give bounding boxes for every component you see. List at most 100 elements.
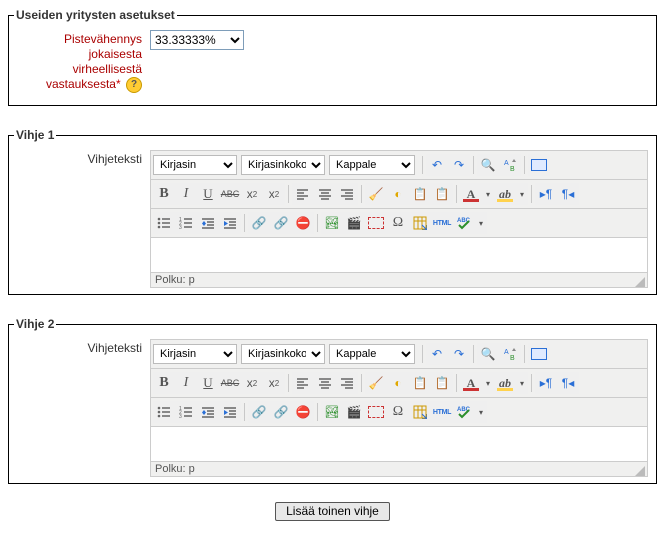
strikethrough-icon[interactable]: ABC: [219, 372, 241, 394]
align-center-icon[interactable]: [314, 183, 336, 205]
underline-icon[interactable]: U: [197, 372, 219, 394]
text-color-icon[interactable]: A: [460, 372, 482, 394]
spellcheck-icon[interactable]: ABC: [453, 212, 475, 234]
subscript-icon[interactable]: x2: [241, 183, 263, 205]
cleanup-icon[interactable]: 🧹: [365, 183, 387, 205]
numbered-list-icon[interactable]: 123: [175, 212, 197, 234]
special-char-icon[interactable]: Ω: [387, 401, 409, 423]
italic-icon[interactable]: I: [175, 183, 197, 205]
svg-text:B: B: [510, 166, 515, 173]
penalty-row: Pistevähennys jokaisesta virheellisestä …: [17, 30, 648, 93]
fullscreen-icon[interactable]: [528, 154, 550, 176]
insert-image-icon[interactable]: 🏞: [321, 212, 343, 234]
hint2-label: Vihjeteksti: [17, 339, 142, 356]
find-icon[interactable]: 🔍: [477, 154, 499, 176]
text-color-dropdown-icon[interactable]: ▾: [482, 372, 494, 394]
font-size-select[interactable]: Kirjasinkoko: [241, 155, 325, 175]
underline-icon[interactable]: U: [197, 183, 219, 205]
highlight-color-dropdown-icon[interactable]: ▾: [516, 183, 528, 205]
paste-text-icon[interactable]: 📋: [409, 372, 431, 394]
penalty-select[interactable]: 33.33333%: [150, 30, 244, 50]
resize-grip-icon[interactable]: [635, 277, 645, 287]
ltr-icon[interactable]: ▸¶: [535, 183, 557, 205]
bold-icon[interactable]: B: [153, 372, 175, 394]
html-source-icon[interactable]: HTML: [431, 212, 453, 234]
prevent-autolink-icon[interactable]: ⛔: [292, 401, 314, 423]
spellcheck-dropdown-icon[interactable]: ▾: [475, 212, 487, 234]
insert-table-icon[interactable]: [409, 401, 431, 423]
spellcheck-icon[interactable]: ABC: [453, 401, 475, 423]
align-right-icon[interactable]: [336, 183, 358, 205]
font-size-select[interactable]: Kirjasinkoko: [241, 344, 325, 364]
cleanup-icon[interactable]: 🧹: [365, 372, 387, 394]
find-icon[interactable]: 🔍: [477, 343, 499, 365]
toolbar-separator: [531, 374, 532, 392]
text-color-dropdown-icon[interactable]: ▾: [482, 183, 494, 205]
toolbar-separator: [288, 185, 289, 203]
superscript-icon[interactable]: x2: [263, 372, 285, 394]
bold-icon[interactable]: B: [153, 183, 175, 205]
align-left-icon[interactable]: [292, 372, 314, 394]
add-hint-button[interactable]: Lisää toinen vihje: [275, 502, 390, 521]
redo-icon[interactable]: ↷: [448, 343, 470, 365]
font-family-select[interactable]: Kirjasin: [153, 344, 237, 364]
undo-icon[interactable]: ↶: [426, 154, 448, 176]
replace-icon[interactable]: AB: [499, 343, 521, 365]
unlink-icon[interactable]: 🔗: [270, 212, 292, 234]
text-color-icon[interactable]: A: [460, 183, 482, 205]
link-icon[interactable]: 🔗: [248, 401, 270, 423]
insert-media-icon[interactable]: 🎬: [343, 401, 365, 423]
align-left-icon[interactable]: [292, 183, 314, 205]
hint2-textarea[interactable]: [151, 427, 647, 462]
paragraph-select[interactable]: Kappale: [329, 155, 415, 175]
prevent-autolink-icon[interactable]: ⛔: [292, 212, 314, 234]
rtl-icon[interactable]: ¶◂: [557, 183, 579, 205]
highlight-color-icon[interactable]: ab: [494, 183, 516, 205]
align-center-icon[interactable]: [314, 372, 336, 394]
toolbar-row-3: 123 🔗 🔗 ⛔ 🏞 🎬 Ω HTML ABC ▾: [151, 209, 647, 238]
redo-icon[interactable]: ↷: [448, 154, 470, 176]
paste-word-icon[interactable]: 📋: [431, 372, 453, 394]
bullet-list-icon[interactable]: [153, 401, 175, 423]
unlink-icon[interactable]: 🔗: [270, 401, 292, 423]
toolbar-separator: [531, 185, 532, 203]
paragraph-select[interactable]: Kappale: [329, 344, 415, 364]
paste-word-icon[interactable]: 📋: [431, 183, 453, 205]
special-char-icon[interactable]: Ω: [387, 212, 409, 234]
insert-image-icon[interactable]: 🏞: [321, 401, 343, 423]
font-family-select[interactable]: Kirjasin: [153, 155, 237, 175]
italic-icon[interactable]: I: [175, 372, 197, 394]
link-icon[interactable]: 🔗: [248, 212, 270, 234]
subscript-icon[interactable]: x2: [241, 372, 263, 394]
bullet-list-icon[interactable]: [153, 212, 175, 234]
insert-table-icon[interactable]: [409, 212, 431, 234]
rtl-icon[interactable]: ¶◂: [557, 372, 579, 394]
undo-icon[interactable]: ↶: [426, 343, 448, 365]
help-icon[interactable]: ?: [126, 77, 142, 93]
outdent-icon[interactable]: [197, 212, 219, 234]
insert-media-icon[interactable]: 🎬: [343, 212, 365, 234]
indent-icon[interactable]: [219, 212, 241, 234]
html-source-icon[interactable]: HTML: [431, 401, 453, 423]
replace-icon[interactable]: AB: [499, 154, 521, 176]
remove-format-icon[interactable]: ◐: [387, 183, 409, 205]
insert-nolink-icon[interactable]: [365, 212, 387, 234]
fullscreen-icon[interactable]: [528, 343, 550, 365]
paste-text-icon[interactable]: 📋: [409, 183, 431, 205]
highlight-color-dropdown-icon[interactable]: ▾: [516, 372, 528, 394]
hint1-textarea[interactable]: [151, 238, 647, 273]
spellcheck-dropdown-icon[interactable]: ▾: [475, 401, 487, 423]
indent-icon[interactable]: [219, 401, 241, 423]
highlight-color-icon[interactable]: ab: [494, 372, 516, 394]
superscript-icon[interactable]: x2: [263, 183, 285, 205]
align-right-icon[interactable]: [336, 372, 358, 394]
toolbar-separator: [361, 374, 362, 392]
ltr-icon[interactable]: ▸¶: [535, 372, 557, 394]
numbered-list-icon[interactable]: 123: [175, 401, 197, 423]
insert-nolink-icon[interactable]: [365, 401, 387, 423]
resize-grip-icon[interactable]: [635, 466, 645, 476]
remove-format-icon[interactable]: ◐: [387, 372, 409, 394]
strikethrough-icon[interactable]: ABC: [219, 183, 241, 205]
hint2-legend: Vihje 2: [14, 317, 56, 331]
outdent-icon[interactable]: [197, 401, 219, 423]
